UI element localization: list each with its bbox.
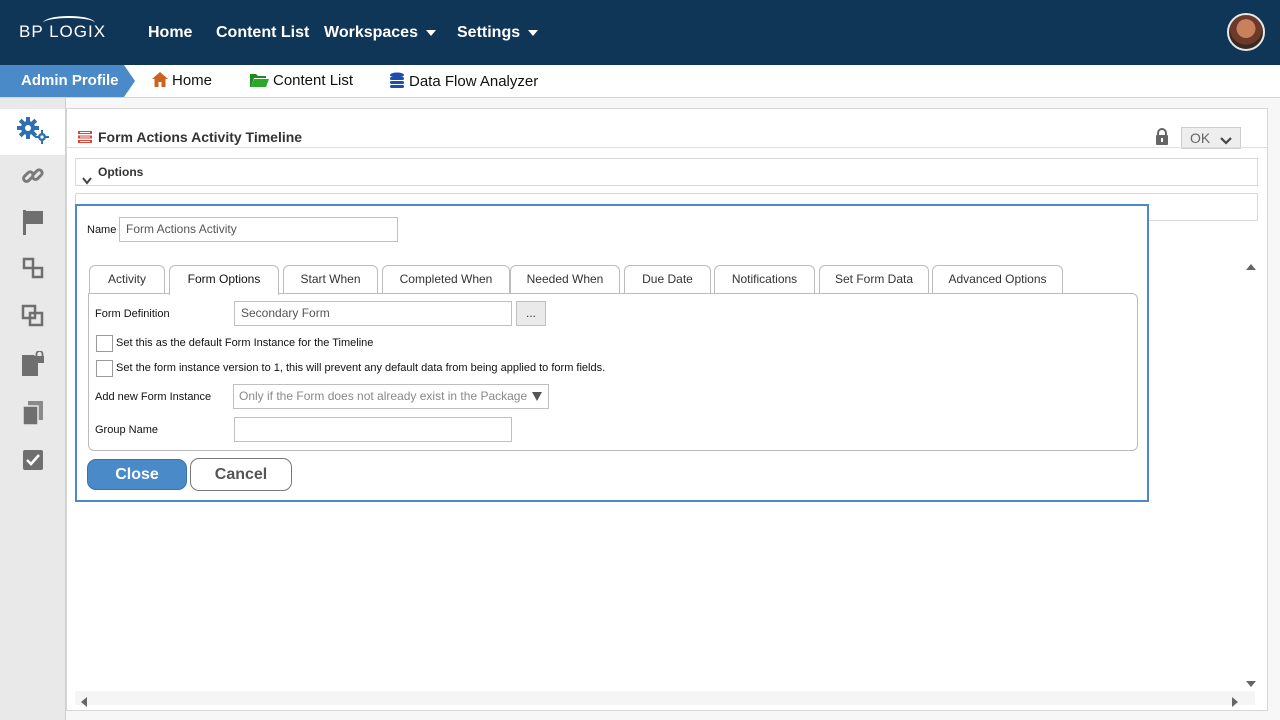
- folder-icon: [250, 73, 269, 91]
- sidebar-item-gears[interactable]: [0, 109, 65, 155]
- ok-button[interactable]: OK: [1181, 127, 1241, 149]
- nav-workspaces-label: Workspaces: [324, 24, 418, 41]
- scroll-right-arrow[interactable]: [1232, 697, 1238, 707]
- name-input[interactable]: Form Actions Activity: [119, 217, 398, 242]
- crumb-content-list[interactable]: Content List: [250, 72, 353, 91]
- copy-layers-icon: [21, 304, 45, 333]
- locked-document-icon: [20, 349, 46, 382]
- nav-home-label: Home: [148, 24, 193, 41]
- sidebar-item-copy-layers[interactable]: [0, 295, 65, 341]
- crumb-data-flow-analyzer-label: Data Flow Analyzer: [409, 73, 539, 90]
- activity-dialog: Name Form Actions Activity Activity Form…: [75, 204, 1149, 502]
- tab-form-options[interactable]: Form Options: [169, 265, 279, 295]
- sidebar-item-documents[interactable]: [0, 392, 65, 438]
- options-section[interactable]: Options: [75, 158, 1258, 186]
- scroll-up-arrow[interactable]: [1246, 264, 1256, 270]
- scroll-left-arrow[interactable]: [81, 697, 87, 707]
- tab-notifications[interactable]: Notifications: [714, 265, 815, 294]
- tab-advanced-options[interactable]: Advanced Options: [932, 265, 1063, 294]
- sidebar-item-flag[interactable]: [0, 201, 65, 247]
- timeline-icon: [78, 130, 92, 143]
- add-instance-value: Only if the Form does not already exist …: [239, 389, 528, 403]
- sidebar-item-checklist[interactable]: [0, 439, 65, 485]
- nav-content-list-label: Content List: [216, 24, 310, 41]
- version-one-checkbox[interactable]: [96, 360, 113, 377]
- left-sidebar: [0, 98, 66, 720]
- sidebar-item-locked-document[interactable]: [0, 343, 65, 389]
- tab-needed-when[interactable]: Needed When: [510, 265, 620, 294]
- form-definition-label: Form Definition: [95, 308, 170, 320]
- default-instance-checkbox[interactable]: [96, 335, 113, 352]
- crumb-data-flow-analyzer[interactable]: Data Flow Analyzer: [389, 72, 538, 92]
- tab-activity[interactable]: Activity: [89, 265, 165, 294]
- top-navigation-bar: BP LOGIX Home Content List Workspaces Se…: [0, 0, 1280, 65]
- tab-start-when[interactable]: Start When: [283, 265, 378, 294]
- nav-content-list[interactable]: Content List: [216, 24, 309, 42]
- add-instance-select[interactable]: Only if the Form does not already exist …: [233, 384, 549, 409]
- crumb-content-list-label: Content List: [273, 72, 354, 89]
- checklist-icon: [21, 448, 45, 477]
- crumb-home[interactable]: Home: [152, 72, 212, 91]
- form-definition-input[interactable]: Secondary Form: [234, 301, 512, 326]
- ok-button-label: OK: [1190, 130, 1211, 146]
- dropdown-arrow-icon: [532, 392, 542, 401]
- chevron-down-icon: [82, 168, 92, 194]
- panel-title: Form Actions Activity Timeline: [98, 129, 303, 145]
- breadcrumb-bar: Admin Profile Home Content List Data Flo…: [0, 65, 1280, 98]
- cancel-button[interactable]: Cancel: [190, 458, 292, 491]
- default-instance-label: Set this as the default Form Instance fo…: [116, 337, 374, 349]
- nav-home[interactable]: Home: [148, 24, 192, 42]
- header-divider: [67, 147, 1267, 148]
- chevron-down-icon: [425, 29, 436, 36]
- tab-set-form-data[interactable]: Set Form Data: [819, 265, 929, 294]
- group-name-label: Group Name: [95, 424, 158, 436]
- tab-completed-when[interactable]: Completed When: [382, 265, 510, 294]
- crumb-home-label: Home: [172, 72, 213, 89]
- database-icon: [389, 72, 405, 92]
- close-button[interactable]: Close: [87, 459, 187, 490]
- logo-swoosh: [43, 16, 95, 30]
- gears-icon: [16, 116, 50, 149]
- nav-workspaces[interactable]: Workspaces: [324, 24, 436, 42]
- chevron-down-icon: [528, 29, 539, 36]
- sidebar-item-link[interactable]: [0, 155, 65, 201]
- profile-arrow: [124, 65, 135, 97]
- admin-profile-crumb[interactable]: Admin Profile: [0, 65, 124, 97]
- nav-settings[interactable]: Settings: [457, 24, 539, 42]
- horizontal-scrollbar[interactable]: [75, 691, 1255, 705]
- workflow-icon: [22, 257, 44, 284]
- browse-button[interactable]: ...: [516, 301, 546, 326]
- options-section-label: Options: [98, 165, 144, 179]
- sidebar-item-workflow[interactable]: [0, 247, 65, 293]
- documents-icon: [21, 400, 45, 431]
- chevron-down-icon: [1220, 131, 1232, 151]
- link-icon: [21, 164, 45, 193]
- nav-settings-label: Settings: [457, 24, 521, 41]
- tab-due-date[interactable]: Due Date: [624, 265, 711, 294]
- flag-icon: [22, 209, 44, 240]
- form-options-panel: Form Definition Secondary Form ... Set t…: [88, 293, 1138, 451]
- home-icon: [152, 72, 168, 91]
- name-label: Name: [87, 224, 117, 236]
- group-name-input[interactable]: [234, 417, 512, 442]
- version-one-label: Set the form instance version to 1, this…: [116, 362, 606, 374]
- user-avatar[interactable]: [1227, 13, 1265, 51]
- bp-logix-logo[interactable]: BP LOGIX: [19, 16, 106, 42]
- add-instance-label: Add new Form Instance: [95, 391, 212, 403]
- scroll-down-arrow[interactable]: [1246, 681, 1256, 687]
